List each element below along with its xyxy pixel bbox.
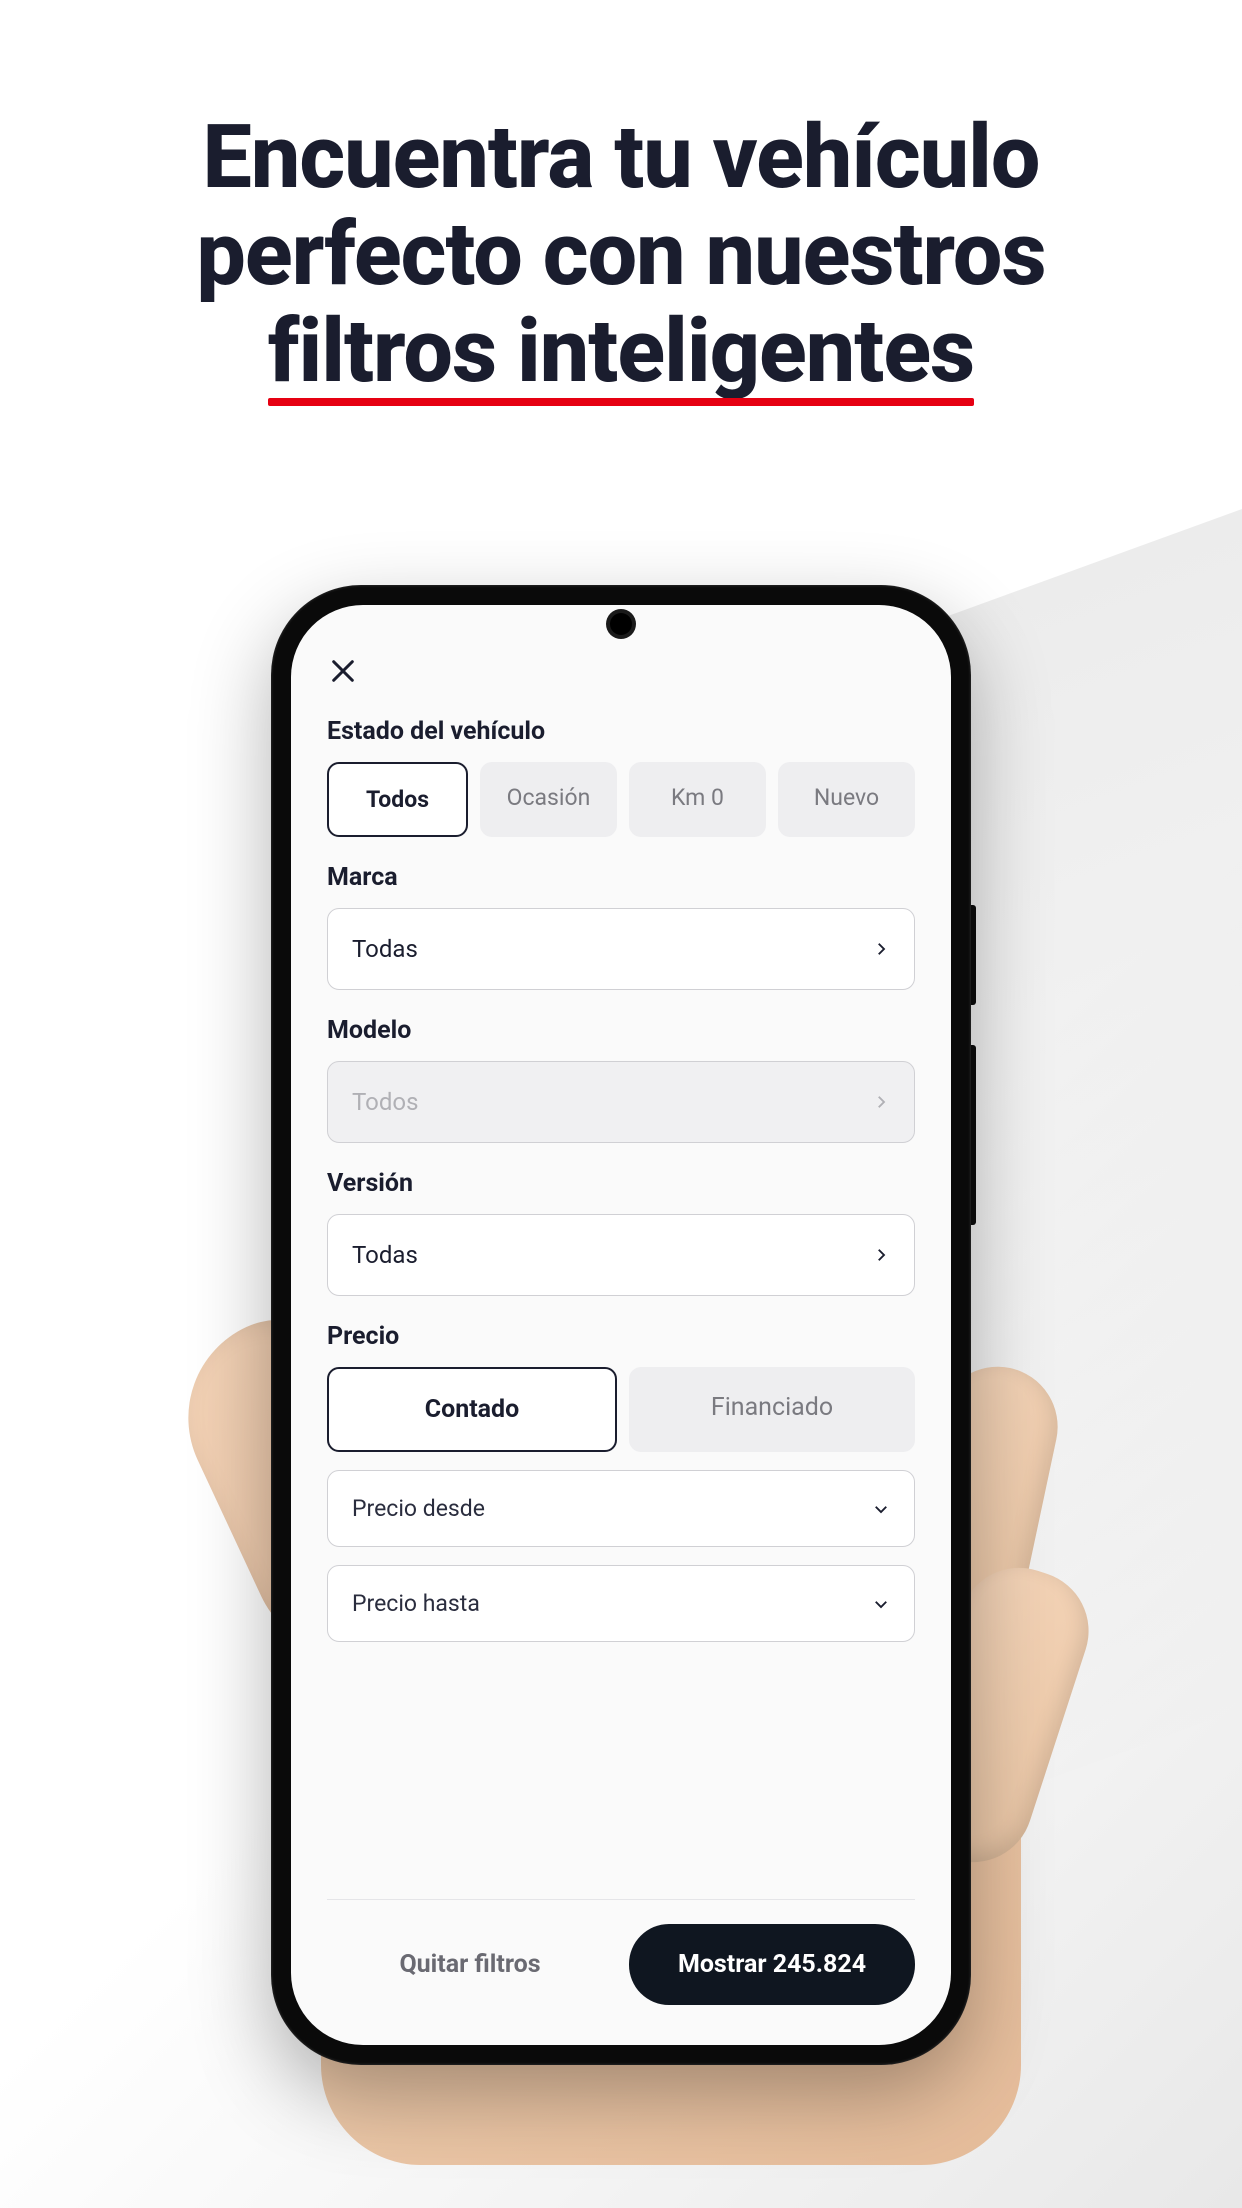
headline-line3: filtros inteligentes [268,304,974,401]
version-value: Todas [352,1241,418,1269]
chevron-down-icon [872,1595,890,1613]
brand-label: Marca [327,863,915,892]
phone-camera-notch [610,613,632,635]
chevron-right-icon [872,940,890,958]
brand-value: Todas [352,935,418,963]
price-tab-financiado[interactable]: Financiado [629,1367,915,1452]
state-chip-ocasion[interactable]: Ocasión [480,762,617,837]
marketing-headline: Encuentra tu vehículo perfecto con nuest… [0,0,1242,400]
footer-bar: Quitar filtros Mostrar 245.824 [327,1899,915,2045]
show-prefix: Mostrar [678,1950,773,1979]
brand-select[interactable]: Todas [327,908,915,990]
model-label: Modelo [327,1016,915,1045]
close-icon [329,657,357,685]
headline-line2: perfecto con nuestros [0,207,1242,304]
version-label: Versión [327,1169,915,1198]
close-button[interactable] [327,655,359,687]
price-to-select[interactable]: Precio hasta [327,1565,915,1642]
headline-line1: Encuentra tu vehículo [0,110,1242,207]
chevron-down-icon [872,1500,890,1518]
model-value: Todos [352,1088,418,1116]
state-chip-todos[interactable]: Todos [327,762,468,837]
price-tab-contado[interactable]: Contado [327,1367,617,1452]
show-results-button[interactable]: Mostrar 245.824 [629,1924,915,2005]
state-chip-row: Todos Ocasión Km 0 Nuevo [327,762,915,837]
clear-filters-button[interactable]: Quitar filtros [327,1924,613,2005]
price-label: Precio [327,1322,915,1351]
state-chip-km0[interactable]: Km 0 [629,762,766,837]
price-to-placeholder: Precio hasta [352,1590,480,1617]
phone-mockup: Estado del vehículo Todos Ocasión Km 0 N… [271,585,971,2065]
price-from-select[interactable]: Precio desde [327,1470,915,1547]
model-select: Todos [327,1061,915,1143]
chevron-right-icon [872,1093,890,1111]
chevron-right-icon [872,1246,890,1264]
price-from-placeholder: Precio desde [352,1495,485,1522]
result-count: 245.824 [773,1950,866,1979]
state-chip-nuevo[interactable]: Nuevo [778,762,915,837]
version-select[interactable]: Todas [327,1214,915,1296]
state-label: Estado del vehículo [327,717,915,746]
